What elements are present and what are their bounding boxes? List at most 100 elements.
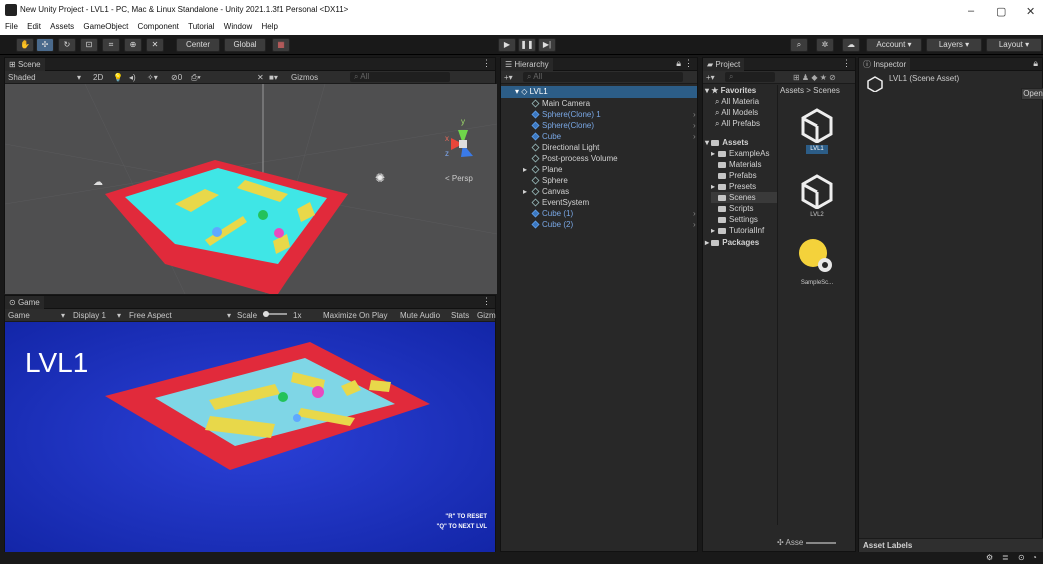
asset-folder-item[interactable]: ▸ ExampleAs — [711, 148, 777, 159]
display-dropdown[interactable]: Display 1 — [73, 309, 106, 322]
asset-folder-item[interactable]: Materials — [711, 159, 777, 170]
game-menu-icon[interactable]: ⋮ — [482, 296, 491, 307]
view-options-icon[interactable]: ■▾ — [269, 71, 278, 84]
notification-icon[interactable]: ◔ — [1032, 553, 1037, 562]
add-object-button[interactable]: +▾ — [504, 71, 513, 84]
hidden-objects-icon[interactable]: ⊘0 — [171, 71, 182, 84]
expand-arrow-icon[interactable]: ▸ — [711, 148, 718, 159]
scene-menu-icon[interactable]: ⋮ — [482, 58, 491, 69]
camera-icon[interactable]: ⎙▾ — [191, 71, 201, 84]
favorites-item[interactable]: ⌕ All Materia — [715, 96, 759, 107]
asset-folder-item[interactable]: Settings — [711, 214, 777, 225]
scene-viewport[interactable]: ☁ ✺ y x z < Persp — [5, 84, 497, 294]
hierarchy-item[interactable]: Sphere — [523, 175, 568, 186]
effects-icon[interactable]: ✧▾ — [147, 71, 158, 84]
breadcrumb-scenes[interactable]: Scenes — [813, 86, 840, 95]
chevron-right-icon[interactable]: › — [693, 109, 696, 120]
asset-tile-lvl2[interactable]: LVL2 — [792, 173, 842, 231]
gizmos-toggle[interactable]: Gizm — [477, 309, 496, 322]
rotate-tool-icon[interactable]: ↻ — [58, 38, 76, 52]
settings-icon[interactable]: ⊙ — [1018, 553, 1025, 562]
lock-icon[interactable]: 🔒︎ — [676, 58, 681, 69]
transform-tool-icon[interactable]: ⊕ — [124, 38, 142, 52]
hierarchy-item[interactable]: Post-process Volume — [523, 153, 618, 164]
open-button[interactable]: Open — [1021, 88, 1043, 100]
hierarchy-item[interactable]: ▸ Plane — [523, 164, 562, 175]
layers-dropdown[interactable]: Layers ▾ — [926, 38, 982, 52]
menu-window[interactable]: Window — [224, 22, 252, 31]
scene-search-input[interactable]: ⌕ All — [350, 72, 450, 82]
chevron-down-icon[interactable]: ▾ — [77, 71, 81, 84]
hierarchy-item[interactable]: Sphere(Clone) › — [523, 120, 696, 131]
pivot-global-button[interactable]: Global — [224, 38, 266, 52]
scale-slider-handle[interactable] — [263, 311, 269, 317]
chevron-down-icon[interactable]: ▾ — [117, 309, 121, 322]
mute-audio-toggle[interactable]: Mute Audio — [400, 309, 440, 322]
lighting-icon[interactable]: 💡 — [113, 71, 123, 84]
breadcrumb-assets[interactable]: Assets — [780, 86, 804, 95]
asset-folder-item[interactable]: Scenes — [711, 192, 777, 203]
maximize-button[interactable]: ▢ — [996, 5, 1006, 18]
audio-icon[interactable]: ◂) — [129, 71, 136, 84]
search-icon[interactable]: ⌕ — [790, 38, 808, 52]
hierarchy-item[interactable]: Directional Light — [523, 142, 599, 153]
tab-scene[interactable]: ⊞ Scene — [5, 58, 45, 71]
gizmos-dropdown[interactable]: Gizmos — [291, 71, 318, 84]
favorites-item[interactable]: ⌕ All Prefabs — [715, 118, 760, 129]
assets-header[interactable]: ▾ Assets — [705, 137, 749, 148]
favorites-item[interactable]: ⌕ All Models — [715, 107, 758, 118]
progress-icon[interactable]: ≣ — [1002, 553, 1009, 562]
tab-hierarchy[interactable]: ☰ Hierarchy — [501, 58, 553, 71]
menu-assets[interactable]: Assets — [50, 22, 74, 31]
chevron-right-icon[interactable]: › — [693, 131, 696, 142]
toggle-2d-button[interactable]: 2D — [93, 71, 103, 84]
chevron-right-icon[interactable]: › — [693, 219, 696, 230]
hierarchy-item[interactable]: Cube (1) › — [523, 208, 696, 219]
shading-dropdown[interactable]: Shaded — [8, 71, 36, 84]
minimize-button[interactable]: – — [968, 5, 974, 17]
asset-folder-item[interactable]: Prefabs — [711, 170, 777, 181]
custom-tool-icon[interactable]: ✕ — [146, 38, 164, 52]
chevron-down-icon[interactable]: ▾ — [61, 309, 65, 322]
asset-folder-item[interactable]: Scripts — [711, 203, 777, 214]
chevron-right-icon[interactable]: › — [693, 120, 696, 131]
layout-dropdown[interactable]: Layout ▾ — [986, 38, 1042, 52]
play-button[interactable]: ▶ — [498, 38, 516, 52]
hierarchy-search-input[interactable]: ⌕ All — [523, 72, 683, 82]
pivot-center-button[interactable]: Center — [176, 38, 220, 52]
menu-component[interactable]: Component — [138, 22, 179, 31]
menu-gameobject[interactable]: GameObject — [83, 22, 128, 31]
stats-toggle[interactable]: Stats — [451, 309, 469, 322]
debug-icon[interactable]: ⚙ — [986, 553, 993, 562]
project-search-input[interactable]: ⌕ — [725, 72, 775, 82]
move-tool-icon[interactable]: ✣ — [36, 38, 54, 52]
aspect-dropdown[interactable]: Free Aspect — [129, 309, 172, 322]
project-menu-icon[interactable]: ⋮ — [842, 58, 851, 69]
menu-tutorial[interactable]: Tutorial — [188, 22, 214, 31]
pause-button[interactable]: ❚❚ — [518, 38, 536, 52]
packages-header[interactable]: ▸ Packages — [705, 237, 759, 248]
icon-size-slider[interactable] — [805, 541, 836, 544]
step-button[interactable]: ▶| — [538, 38, 556, 52]
hierarchy-item[interactable]: EventSystem — [523, 197, 589, 208]
asset-folder-item[interactable]: ▸ TutorialInf — [711, 225, 777, 236]
close-button[interactable]: ✕ — [1026, 5, 1035, 18]
scale-tool-icon[interactable]: ⊡ — [80, 38, 98, 52]
hierarchy-root-row[interactable]: ▾ ◇ LVL1 — [501, 86, 697, 98]
hierarchy-item[interactable]: Cube › — [523, 131, 696, 142]
hierarchy-item[interactable]: Cube (2) › — [523, 219, 696, 230]
inspector-lock-icon[interactable]: 🔒︎ — [1033, 58, 1038, 69]
favorites-header[interactable]: ▾ ★ Favorites — [705, 85, 756, 96]
cloud-icon[interactable]: ☁ — [842, 38, 860, 52]
asset-tile-lvl1[interactable]: LVL1 — [792, 107, 842, 165]
asset-tile-sample-scene[interactable]: SampleSc... — [788, 237, 846, 295]
tab-inspector[interactable]: ⓘ Inspector — [859, 58, 911, 71]
tools-icon[interactable]: ✕ — [257, 71, 264, 84]
hierarchy-item[interactable]: Main Camera — [523, 98, 590, 109]
tab-game[interactable]: ⊙ Game — [5, 296, 44, 309]
chevron-right-icon[interactable]: › — [693, 208, 696, 219]
hierarchy-item[interactable]: Sphere(Clone) 1 › — [523, 109, 696, 120]
hierarchy-item[interactable]: ▸ Canvas — [523, 186, 569, 197]
rect-tool-icon[interactable]: ⌗ — [102, 38, 120, 52]
hand-tool-icon[interactable]: ✋ — [16, 38, 34, 52]
